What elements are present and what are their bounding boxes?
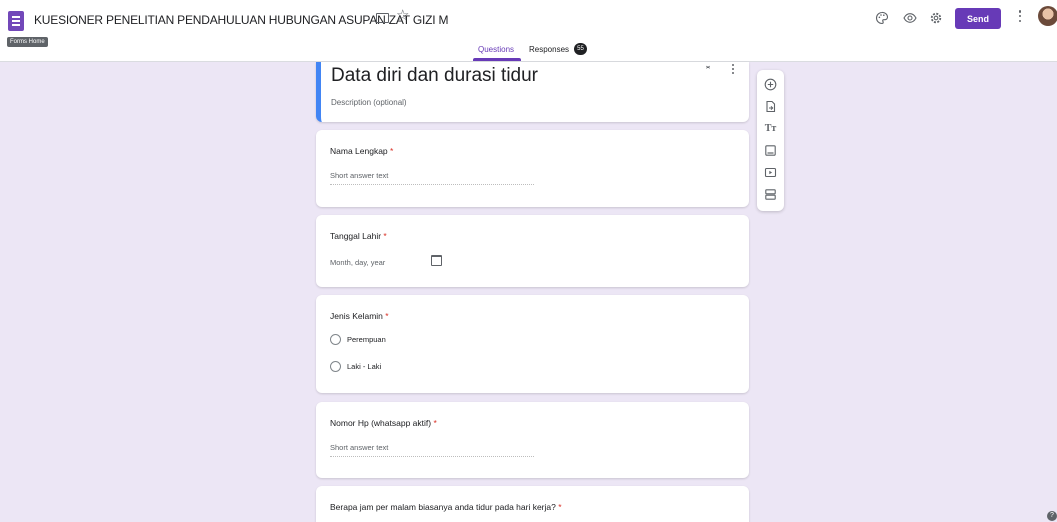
- add-section-icon[interactable]: [764, 188, 777, 201]
- radio-option: Perempuan: [330, 334, 386, 345]
- date-field: Month, day, year: [330, 258, 386, 267]
- forms-home-icon[interactable]: [8, 11, 24, 31]
- palette-icon[interactable]: [875, 11, 889, 25]
- section-header-card[interactable]: Data diri dan durasi tidur Description (…: [316, 61, 749, 122]
- section-description[interactable]: Description (optional): [331, 98, 407, 107]
- short-answer-field: Short answer text: [330, 171, 534, 185]
- star-icon[interactable]: ☆: [396, 8, 409, 23]
- more-vert-icon[interactable]: [1018, 10, 1022, 24]
- radio-circle-icon: [330, 361, 341, 372]
- question-label: Nomor Hp (whatsapp aktif) *: [330, 418, 437, 428]
- add-image-icon[interactable]: [764, 144, 777, 157]
- settings-gear-icon[interactable]: [929, 11, 943, 25]
- forms-home-tooltip: Forms Home: [7, 37, 48, 47]
- responses-count-badge: 55: [574, 43, 587, 55]
- account-avatar[interactable]: [1038, 6, 1057, 26]
- question-card[interactable]: Tanggal Lahir * Month, day, year: [316, 215, 749, 287]
- question-card[interactable]: Berapa jam per malam biasanya anda tidur…: [316, 486, 749, 522]
- tab-responses[interactable]: Responses: [529, 45, 569, 54]
- send-button[interactable]: Send: [955, 8, 1001, 29]
- question-label: Nama Lengkap *: [330, 146, 394, 156]
- radio-option: Laki - Laki: [330, 361, 381, 372]
- question-card[interactable]: Jenis Kelamin * Perempuan Laki - Laki: [316, 295, 749, 393]
- add-video-icon[interactable]: [764, 166, 777, 179]
- question-label: Berapa jam per malam biasanya anda tidur…: [330, 502, 562, 512]
- tab-questions[interactable]: Questions: [478, 45, 514, 54]
- section-title[interactable]: Data diri dan durasi tidur: [331, 65, 538, 87]
- short-answer-field: Short answer text: [330, 443, 534, 457]
- folder-icon[interactable]: [376, 13, 389, 23]
- section-more-icon[interactable]: [731, 64, 735, 76]
- radio-circle-icon: [330, 334, 341, 345]
- floating-toolbar: Tт: [757, 70, 784, 211]
- help-icon[interactable]: ?: [1047, 511, 1057, 521]
- question-card[interactable]: Nomor Hp (whatsapp aktif) * Short answer…: [316, 402, 749, 478]
- import-questions-icon[interactable]: [764, 100, 777, 113]
- top-bar: KUESIONER PENELITIAN PENDAHULUAN HUBUNGA…: [0, 0, 1057, 62]
- calendar-icon: [431, 255, 442, 266]
- preview-eye-icon[interactable]: [903, 11, 917, 25]
- question-label: Jenis Kelamin *: [330, 311, 389, 321]
- add-title-icon[interactable]: Tт: [764, 122, 777, 135]
- collapse-section-icon[interactable]: ⌄ ⌃: [704, 61, 712, 75]
- question-label: Tanggal Lahir *: [330, 231, 387, 241]
- add-question-icon[interactable]: [764, 78, 777, 91]
- question-card[interactable]: Nama Lengkap * Short answer text: [316, 130, 749, 207]
- active-tab-indicator: [473, 58, 521, 61]
